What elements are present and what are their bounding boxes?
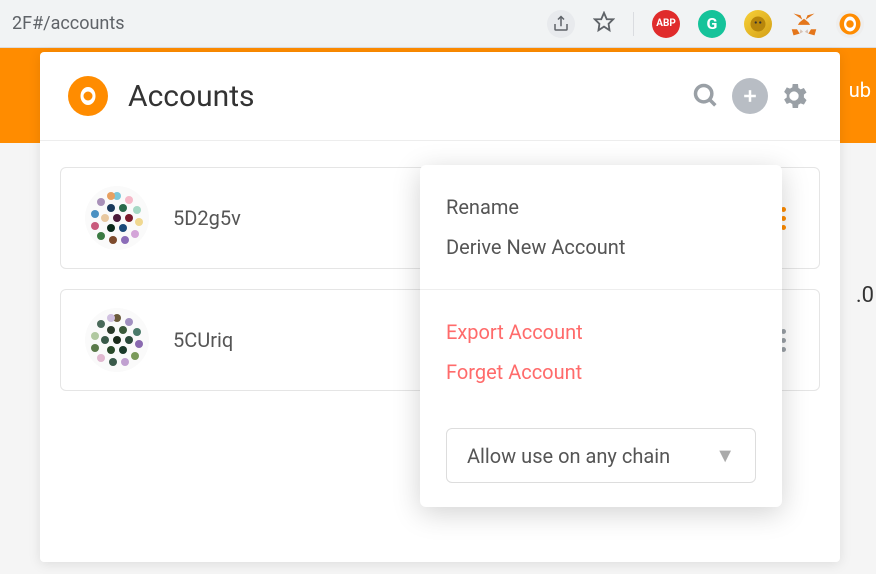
extension-icon[interactable] (744, 10, 772, 38)
balance-stub: .0 (856, 283, 874, 308)
account-identicon (85, 308, 149, 372)
browser-address-bar: 2F#/accounts ABP G (0, 0, 876, 48)
chain-select-dropdown[interactable]: Allow use on any chain ▼ (446, 428, 756, 483)
chevron-down-icon: ▼ (715, 443, 735, 468)
search-button[interactable] (688, 78, 724, 114)
banner-text-stub: ub (849, 78, 871, 102)
header-actions (688, 78, 812, 114)
page-title: Accounts (128, 79, 688, 114)
chain-select-label: Allow use on any chain (467, 444, 670, 468)
add-account-button[interactable] (732, 78, 768, 114)
rename-menu-item[interactable]: Rename (446, 187, 756, 227)
polkadot-extension-icon[interactable] (836, 10, 864, 38)
export-account-menu-item[interactable]: Export Account (446, 312, 756, 352)
abp-extension-icon[interactable]: ABP (652, 10, 680, 38)
polkadot-logo-icon (68, 76, 108, 116)
url-text: 2F#/accounts (12, 13, 547, 34)
forget-account-menu-item[interactable]: Forget Account (446, 352, 756, 392)
account-context-menu: Rename Derive New Account Export Account… (420, 165, 782, 507)
settings-button[interactable] (776, 78, 812, 114)
menu-section-danger: Export Account Forget Account (420, 290, 782, 414)
panel-header: Accounts (40, 52, 840, 141)
share-icon[interactable] (547, 10, 575, 38)
metamask-extension-icon[interactable] (790, 10, 818, 38)
divider (633, 12, 634, 36)
derive-account-menu-item[interactable]: Derive New Account (446, 227, 756, 267)
browser-icons-group: ABP G (547, 10, 864, 38)
menu-section-primary: Rename Derive New Account (420, 165, 782, 290)
star-icon[interactable] (593, 11, 615, 37)
grammarly-extension-icon[interactable]: G (698, 10, 726, 38)
account-identicon (85, 186, 149, 250)
